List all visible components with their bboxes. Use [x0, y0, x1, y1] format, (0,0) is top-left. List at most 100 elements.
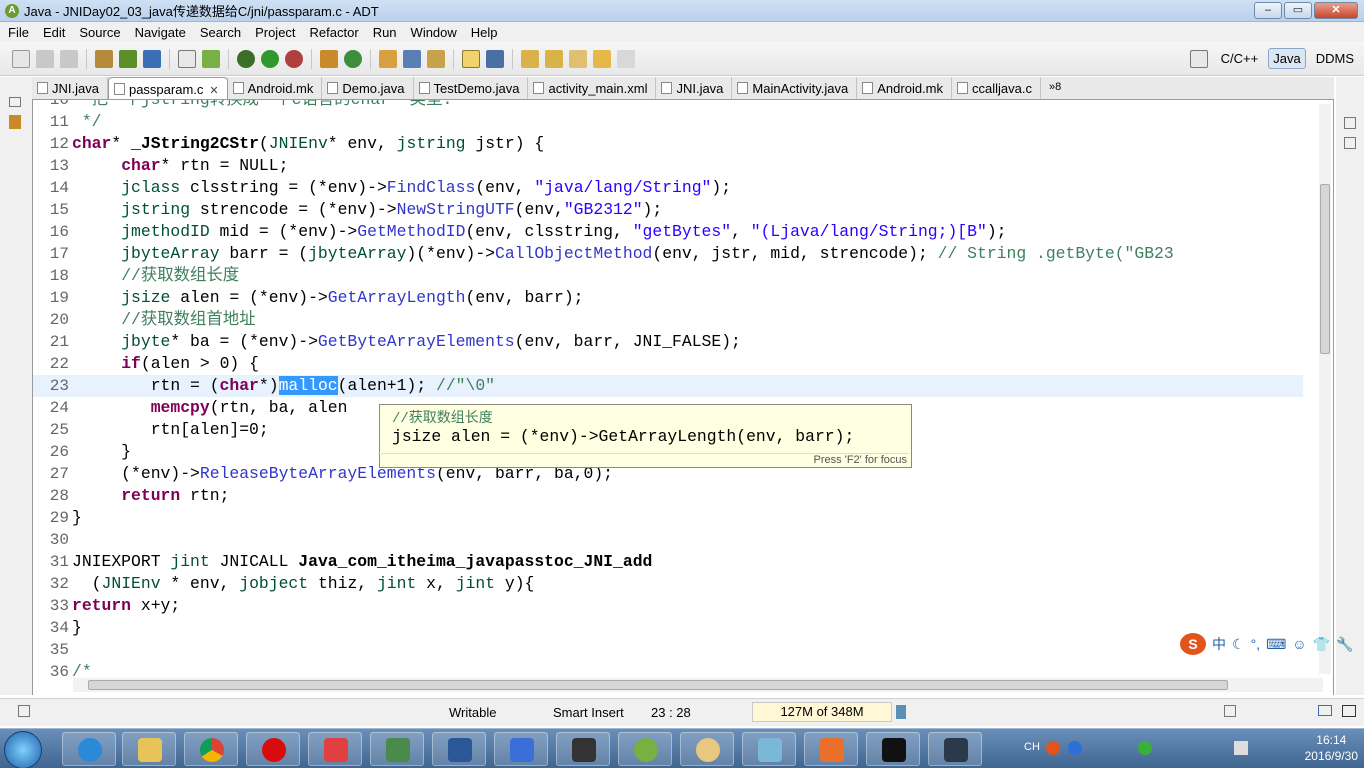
wrench-icon[interactable]: 🔧: [1336, 636, 1353, 653]
moon-icon[interactable]: ☾: [1232, 636, 1245, 653]
nox-icon[interactable]: [928, 732, 982, 766]
ime-tray-icon[interactable]: [1046, 741, 1060, 755]
monitor-icon[interactable]: [1342, 705, 1356, 717]
ie-icon[interactable]: [62, 732, 116, 766]
cmd-icon[interactable]: [866, 732, 920, 766]
open-task-icon[interactable]: [403, 49, 421, 68]
user-icon[interactable]: ☺: [1292, 636, 1306, 652]
external-tools-icon[interactable]: [285, 49, 303, 68]
menu-window[interactable]: Window: [403, 25, 463, 40]
opera-icon[interactable]: [246, 732, 300, 766]
code-line[interactable]: 29}: [33, 507, 1303, 529]
help-tray-icon[interactable]: [1068, 741, 1082, 755]
new-android-app-icon[interactable]: [202, 49, 220, 68]
new-icon[interactable]: [12, 49, 30, 68]
code-line[interactable]: 10 把一个jstring转换成一个c语言的char* 类型.: [33, 100, 1303, 111]
menu-search[interactable]: Search: [192, 25, 247, 40]
minimized-view-icon[interactable]: [1344, 137, 1356, 149]
save-all-icon[interactable]: [60, 49, 78, 68]
maximize-button[interactable]: ▭: [1284, 2, 1312, 19]
code-line[interactable]: 28 return rtn;: [33, 485, 1303, 507]
search-icon[interactable]: [427, 49, 445, 68]
code-line[interactable]: 11 */: [33, 111, 1303, 133]
perspective-java[interactable]: Java: [1268, 48, 1306, 69]
new-java-class-icon[interactable]: [344, 49, 362, 68]
menu-project[interactable]: Project: [247, 25, 301, 40]
perspective-ddms[interactable]: DDMS: [1312, 49, 1358, 68]
menu-navigate[interactable]: Navigate: [127, 25, 192, 40]
code-line[interactable]: 19 jsize alen = (*env)->GetArrayLength(e…: [33, 287, 1303, 309]
run-icon[interactable]: [261, 49, 279, 68]
tab-ccalljava-c[interactable]: ccalljava.c: [952, 77, 1041, 99]
menu-edit[interactable]: Edit: [35, 25, 71, 40]
code-editor[interactable]: 10 把一个jstring转换成一个c语言的char* 类型.11 */12ch…: [32, 100, 1334, 695]
ime-lang[interactable]: 中: [1212, 634, 1226, 654]
shirt-icon[interactable]: 👕: [1313, 636, 1330, 653]
lang-indicator[interactable]: CH: [1024, 741, 1040, 753]
word-icon[interactable]: [432, 732, 486, 766]
perspective-cpp[interactable]: C/C++: [1217, 49, 1263, 68]
punct-icon[interactable]: °,: [1251, 636, 1261, 652]
close-button[interactable]: ✕: [1314, 2, 1358, 19]
sogou-logo-icon[interactable]: S: [1180, 633, 1206, 655]
minimize-button[interactable]: –: [1254, 2, 1282, 19]
code-line[interactable]: 35: [33, 639, 1303, 661]
menu-help[interactable]: Help: [463, 25, 504, 40]
code-line[interactable]: 15 jstring strencode = (*env)->NewString…: [33, 199, 1303, 221]
horizontal-scrollbar[interactable]: [73, 678, 1323, 692]
forward-icon[interactable]: [617, 49, 635, 68]
code-line[interactable]: 31 JNIEXPORT jint JNICALL Java_com_itheim…: [33, 551, 1303, 573]
start-orb[interactable]: [4, 731, 42, 768]
code-line[interactable]: 34}: [33, 617, 1303, 639]
code-line[interactable]: 12 char* _JString2CStr(JNIEnv* env, jstri…: [33, 133, 1303, 155]
sdk-manager-icon[interactable]: [119, 49, 137, 68]
close-tab-icon[interactable]: ✕: [209, 85, 218, 97]
code-area[interactable]: 10 把一个jstring转换成一个c语言的char* 类型.11 */12ch…: [33, 100, 1303, 681]
tab-mainactivity-java[interactable]: MainActivity.java: [732, 77, 858, 99]
restore-icon[interactable]: [9, 97, 21, 107]
tab-jni-java[interactable]: JNI.java: [32, 77, 108, 99]
heap-status[interactable]: 127M of 348M: [752, 702, 892, 722]
tab-activity-main-xml[interactable]: activity_main.xml: [528, 77, 657, 99]
explorer-icon[interactable]: [122, 732, 176, 766]
scroll-thumb[interactable]: [1320, 184, 1330, 354]
code-line[interactable]: 23 rtn = (char*)malloc(alen+1); //"\0": [33, 375, 1303, 397]
mail-icon[interactable]: [1318, 705, 1332, 716]
status-left-icon[interactable]: [18, 705, 30, 717]
android-icon[interactable]: [556, 732, 610, 766]
open-type-icon[interactable]: [379, 49, 397, 68]
tab-testdemo-java[interactable]: TestDemo.java: [414, 77, 529, 99]
keyboard-icon[interactable]: ⌨: [1266, 636, 1286, 653]
debug-icon[interactable]: [237, 49, 255, 68]
vertical-scrollbar[interactable]: [1319, 104, 1331, 674]
code-line[interactable]: 13 char* rtn = NULL;: [33, 155, 1303, 177]
pin-icon[interactable]: [486, 49, 504, 68]
lint-icon[interactable]: [178, 49, 196, 68]
last-edit-location-icon[interactable]: [569, 49, 587, 68]
notepad-icon[interactable]: [742, 732, 796, 766]
volume-tray-icon[interactable]: [1234, 741, 1248, 755]
new-java-package-icon[interactable]: [320, 49, 338, 68]
avd-manager-icon[interactable]: [143, 49, 161, 68]
slides-icon[interactable]: [804, 732, 858, 766]
print-icon[interactable]: [95, 49, 113, 68]
code-line[interactable]: 30: [33, 529, 1303, 551]
menu-run[interactable]: Run: [365, 25, 403, 40]
next-annotation-icon[interactable]: [521, 49, 539, 68]
palette-icon[interactable]: [680, 732, 734, 766]
tab-android-mk[interactable]: Android.mk: [228, 77, 323, 99]
tab-passparam-c[interactable]: passparam.c ✕: [107, 77, 228, 99]
tab-android-mk-2[interactable]: Android.mk: [857, 77, 953, 99]
package-explorer-icon[interactable]: [9, 115, 21, 129]
code-line[interactable]: 16 jmethodID mid = (*env)->GetMethodID(e…: [33, 221, 1303, 243]
menu-refactor[interactable]: Refactor: [302, 25, 365, 40]
clock[interactable]: 16:14 2016/9/30: [1305, 732, 1358, 764]
tab-demo-java[interactable]: Demo.java: [322, 77, 414, 99]
chrome-icon[interactable]: [184, 732, 238, 766]
menu-source[interactable]: Source: [71, 25, 126, 40]
code-line[interactable]: 22 if(alen > 0) {: [33, 353, 1303, 375]
scroll-thumb[interactable]: [88, 680, 1228, 690]
trash-icon[interactable]: [896, 705, 906, 719]
toggle-mark-occurrences-icon[interactable]: [462, 49, 480, 68]
previous-annotation-icon[interactable]: [545, 49, 563, 68]
